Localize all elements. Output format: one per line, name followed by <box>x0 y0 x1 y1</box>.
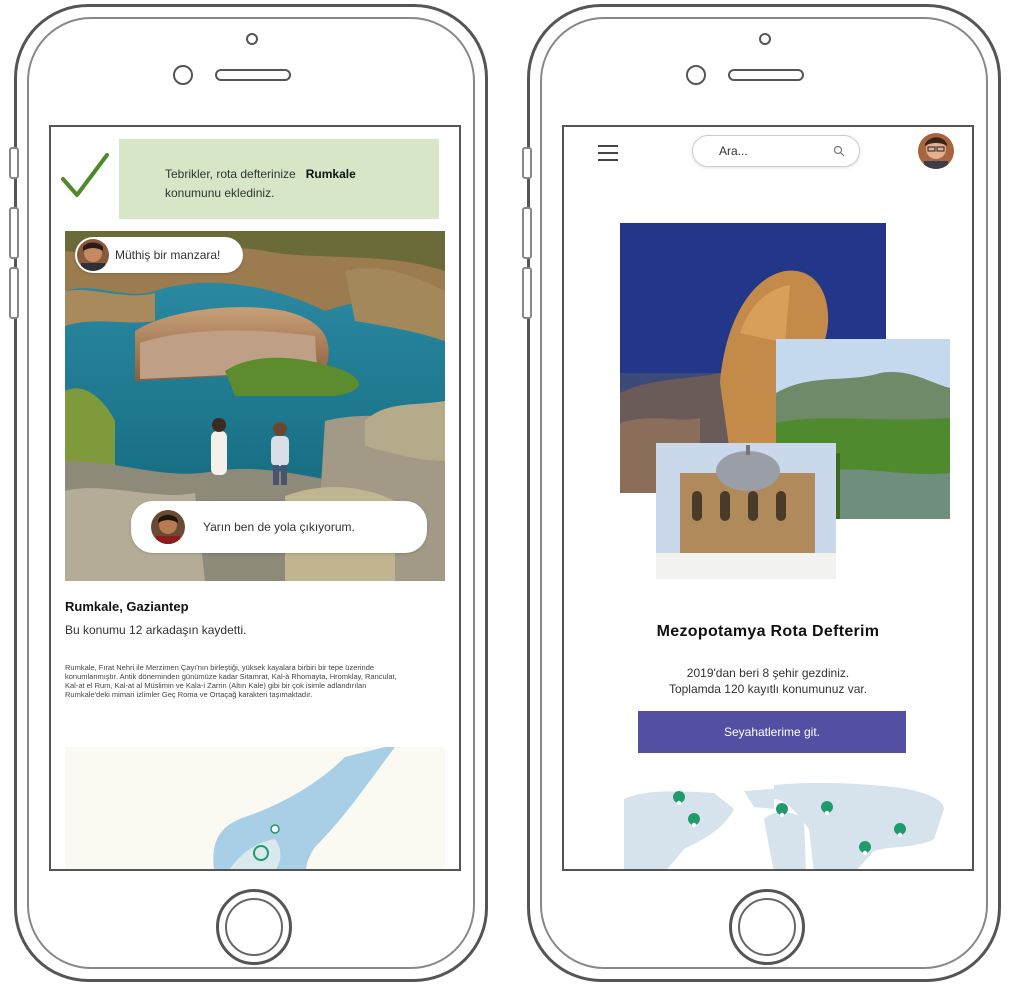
banner-place[interactable]: Rumkale <box>306 167 356 181</box>
comment-bubble-bottom[interactable]: Yarın ben de yola çıkıyorum. <box>131 501 427 553</box>
go-to-trips-button[interactable]: Seyahatlerime git. <box>638 711 906 753</box>
place-subtitle: Bu konumu 12 arkadaşın kaydetti. <box>65 623 247 637</box>
map-pin-icon <box>270 824 280 834</box>
hamburger-menu-icon[interactable] <box>598 145 618 161</box>
comment-text: Müthiş bir manzara! <box>115 248 221 262</box>
mute-switch <box>522 147 532 179</box>
search-icon[interactable] <box>833 145 845 157</box>
avatar-face-icon <box>77 239 109 271</box>
comment-bubble-top[interactable]: Müthiş bir manzara! <box>75 237 243 273</box>
phone-frame-left: Tebrikler, rota defterinize Rumkale konu… <box>9 4 488 982</box>
comment-text: Yarın ben de yola çıkıyorum. <box>203 520 355 534</box>
screen-left: Tebrikler, rota defterinize Rumkale konu… <box>49 125 461 871</box>
avatar-face-icon <box>918 133 954 169</box>
home-button[interactable] <box>216 889 292 965</box>
place-title: Rumkale, Gaziantep <box>65 599 189 614</box>
search-input[interactable] <box>717 143 821 159</box>
avatar-face-icon <box>151 510 185 544</box>
front-camera <box>173 65 193 85</box>
photo-collage[interactable] <box>620 223 950 583</box>
profile-avatar[interactable] <box>918 133 954 169</box>
commenter-avatar[interactable] <box>151 510 185 544</box>
mosque-photo <box>656 443 836 579</box>
earpiece-speaker <box>728 69 804 81</box>
banner-text-end: konumunu eklediniz. <box>165 186 275 200</box>
place-description: Rumkale, Fırat Nehri ile Merzimen Çayı'n… <box>65 663 397 699</box>
banner-text: Tebrikler, rota defterinize <box>165 167 296 181</box>
volume-down-button <box>9 267 19 319</box>
stats-locations: Toplamda 120 kayıtlı konumunuz var. <box>668 682 868 696</box>
stats-cities: 2019'dan beri 8 şehir gezdiniz. <box>686 666 850 680</box>
page-title: Mezopotamya Rota Defterim <box>656 623 880 640</box>
volume-down-button <box>522 267 532 319</box>
screen-right: Mezopotamya Rota Defterim 2019'dan beri … <box>562 125 974 871</box>
commenter-avatar[interactable] <box>77 239 109 271</box>
volume-up-button <box>9 207 19 259</box>
checkmark-icon <box>61 153 109 197</box>
phone-frame-right: Mezopotamya Rota Defterim 2019'dan beri … <box>522 4 1001 982</box>
mute-switch <box>9 147 19 179</box>
front-camera <box>686 65 706 85</box>
home-button[interactable] <box>729 889 805 965</box>
volume-up-button <box>522 207 532 259</box>
proximity-sensor <box>759 33 771 45</box>
success-banner: Tebrikler, rota defterinize Rumkale konu… <box>119 139 439 219</box>
world-map[interactable] <box>624 779 944 871</box>
travel-stats: 2019'dan beri 8 şehir gezdiniz. Toplamda… <box>564 665 972 697</box>
location-map[interactable] <box>65 747 445 871</box>
search-bar[interactable] <box>692 135 860 167</box>
proximity-sensor <box>246 33 258 45</box>
earpiece-speaker <box>215 69 291 81</box>
